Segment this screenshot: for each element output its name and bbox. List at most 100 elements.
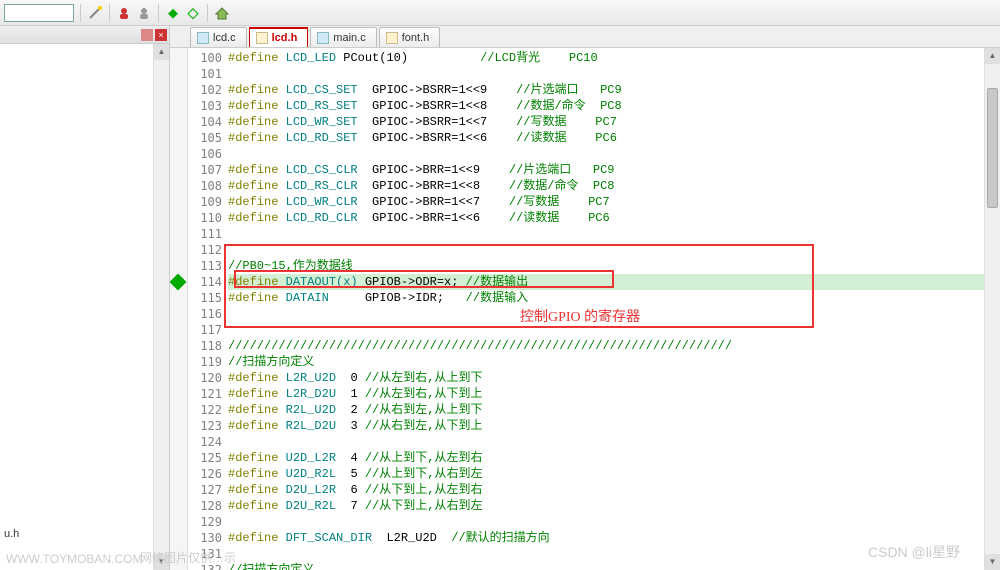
line-number: 121 bbox=[188, 386, 222, 402]
code-line[interactable] bbox=[228, 226, 1000, 242]
close-icon[interactable]: × bbox=[155, 29, 167, 41]
line-number: 122 bbox=[188, 402, 222, 418]
scroll-down-icon[interactable]: ▼ bbox=[985, 554, 1000, 570]
code-line[interactable]: #define U2D_L2R 4 //从上到下,从左到右 bbox=[228, 450, 1000, 466]
line-number: 117 bbox=[188, 322, 222, 338]
editor-scrollbar[interactable]: ▲ ▼ bbox=[984, 48, 1000, 570]
code-line[interactable]: #define LCD_WR_CLR GPIOC->BRR=1<<7 //写数据… bbox=[228, 194, 1000, 210]
code-line[interactable] bbox=[228, 514, 1000, 530]
scroll-up-icon[interactable]: ▲ bbox=[154, 44, 169, 60]
code-line[interactable]: //扫描方向定义 bbox=[228, 354, 1000, 370]
code-line[interactable] bbox=[228, 434, 1000, 450]
scroll-up-icon[interactable]: ▲ bbox=[985, 48, 1000, 64]
code-line[interactable]: #define LCD_CS_SET GPIOC->BSRR=1<<9 //片选… bbox=[228, 82, 1000, 98]
line-number: 129 bbox=[188, 514, 222, 530]
code-line[interactable]: #define D2U_R2L 7 //从下到上,从右到左 bbox=[228, 498, 1000, 514]
code-line[interactable] bbox=[228, 546, 1000, 562]
tab-main-c[interactable]: main.c bbox=[310, 27, 376, 47]
line-number: 127 bbox=[188, 482, 222, 498]
execution-marker-icon bbox=[170, 274, 186, 291]
wand-icon[interactable] bbox=[87, 5, 103, 21]
code-line[interactable]: #define D2U_L2R 6 //从下到上,从左到右 bbox=[228, 482, 1000, 498]
line-number: 119 bbox=[188, 354, 222, 370]
code-line[interactable]: #define LCD_RD_SET GPIOC->BSRR=1<<6 //读数… bbox=[228, 130, 1000, 146]
scrollbar-thumb[interactable] bbox=[987, 88, 998, 208]
code-line[interactable]: //PB0~15,作为数据线 bbox=[228, 258, 1000, 274]
line-number: 114 bbox=[188, 274, 222, 290]
code-line[interactable]: //扫描方向定义 bbox=[228, 562, 1000, 570]
code-line[interactable]: #define U2D_R2L 5 //从上到下,从右到左 bbox=[228, 466, 1000, 482]
line-number: 131 bbox=[188, 546, 222, 562]
breakpoint-margin[interactable] bbox=[170, 48, 188, 570]
line-number: 105 bbox=[188, 130, 222, 146]
code-line[interactable]: #define LCD_RS_CLR GPIOC->BRR=1<<8 //数据/… bbox=[228, 178, 1000, 194]
line-number: 100 bbox=[188, 50, 222, 66]
tab-bar: lcd.c lcd.h main.c font.h bbox=[170, 26, 1000, 48]
file-icon bbox=[386, 32, 398, 44]
code-line[interactable]: #define DATAOUT(x) GPIOB->ODR=x; //数据输出 bbox=[228, 274, 1000, 290]
code-line[interactable]: #define L2R_U2D 0 //从左到右,从上到下 bbox=[228, 370, 1000, 386]
line-number: 116 bbox=[188, 306, 222, 322]
pin-icon[interactable] bbox=[141, 29, 153, 41]
panel-file-item[interactable]: u.h bbox=[4, 528, 19, 540]
file-icon bbox=[256, 32, 268, 44]
scroll-down-icon[interactable]: ▼ bbox=[154, 554, 169, 570]
code-line[interactable]: #define DFT_SCAN_DIR L2R_U2D //默认的扫描方向 bbox=[228, 530, 1000, 546]
line-number: 128 bbox=[188, 498, 222, 514]
line-number: 113 bbox=[188, 258, 222, 274]
code-line[interactable]: #define LCD_RS_SET GPIOC->BSRR=1<<8 //数据… bbox=[228, 98, 1000, 114]
code-line[interactable]: #define R2L_U2D 2 //从右到左,从上到下 bbox=[228, 402, 1000, 418]
tab-lcd-c[interactable]: lcd.c bbox=[190, 27, 247, 47]
tab-lcd-h[interactable]: lcd.h bbox=[249, 27, 309, 47]
tab-font-h[interactable]: font.h bbox=[379, 27, 441, 47]
line-number: 106 bbox=[188, 146, 222, 162]
line-number: 115 bbox=[188, 290, 222, 306]
line-number: 130 bbox=[188, 530, 222, 546]
diamond-green-icon[interactable] bbox=[165, 5, 181, 21]
code-line[interactable]: #define DATAIN GPIOB->IDR; //数据输入 bbox=[228, 290, 1000, 306]
panel-scrollbar[interactable]: ▲ ▼ bbox=[153, 44, 169, 570]
line-number: 109 bbox=[188, 194, 222, 210]
code-line[interactable]: ////////////////////////////////////////… bbox=[228, 338, 1000, 354]
separator bbox=[80, 4, 81, 22]
line-number: 108 bbox=[188, 178, 222, 194]
line-number: 124 bbox=[188, 434, 222, 450]
code-line[interactable]: #define LCD_LED PCout(10) //LCD背光 PC10 bbox=[228, 50, 1000, 66]
line-number-gutter: 1001011021031041051061071081091101111121… bbox=[188, 48, 228, 570]
annotation-text: 控制GPIO 的寄存器 bbox=[520, 306, 640, 326]
code-line[interactable]: #define L2R_D2U 1 //从左到右,从下到上 bbox=[228, 386, 1000, 402]
code-line[interactable]: #define LCD_RD_CLR GPIOC->BRR=1<<6 //读数据… bbox=[228, 210, 1000, 226]
line-number: 112 bbox=[188, 242, 222, 258]
line-number: 125 bbox=[188, 450, 222, 466]
code-line[interactable]: #define R2L_D2U 3 //从右到左,从下到上 bbox=[228, 418, 1000, 434]
diamond-outline-icon[interactable] bbox=[185, 5, 201, 21]
toolbar-combo[interactable] bbox=[4, 4, 74, 22]
line-number: 132 bbox=[188, 562, 222, 570]
side-panel: × ▲ ▼ u.h bbox=[0, 26, 170, 570]
tab-label: main.c bbox=[333, 32, 365, 44]
tab-label: lcd.h bbox=[272, 32, 298, 44]
toolbar bbox=[0, 0, 1000, 26]
line-number: 126 bbox=[188, 466, 222, 482]
line-number: 110 bbox=[188, 210, 222, 226]
line-number: 118 bbox=[188, 338, 222, 354]
code-line[interactable] bbox=[228, 242, 1000, 258]
separator bbox=[207, 4, 208, 22]
line-number: 103 bbox=[188, 98, 222, 114]
tab-label: font.h bbox=[402, 32, 430, 44]
code-line[interactable]: #define LCD_WR_SET GPIOC->BSRR=1<<7 //写数… bbox=[228, 114, 1000, 130]
editor-area: lcd.c lcd.h main.c font.h 10010110210310410… bbox=[170, 26, 1000, 570]
people-gray-icon[interactable] bbox=[136, 5, 152, 21]
file-icon bbox=[317, 32, 329, 44]
code-line[interactable]: #define LCD_CS_CLR GPIOC->BRR=1<<9 //片选端… bbox=[228, 162, 1000, 178]
home-icon[interactable] bbox=[214, 5, 230, 21]
code-area[interactable]: 1001011021031041051061071081091101111121… bbox=[170, 48, 1000, 570]
line-number: 107 bbox=[188, 162, 222, 178]
code-line[interactable] bbox=[228, 66, 1000, 82]
line-number: 120 bbox=[188, 370, 222, 386]
code-line[interactable] bbox=[228, 146, 1000, 162]
separator bbox=[158, 4, 159, 22]
line-number: 104 bbox=[188, 114, 222, 130]
line-number: 123 bbox=[188, 418, 222, 434]
people-red-icon[interactable] bbox=[116, 5, 132, 21]
